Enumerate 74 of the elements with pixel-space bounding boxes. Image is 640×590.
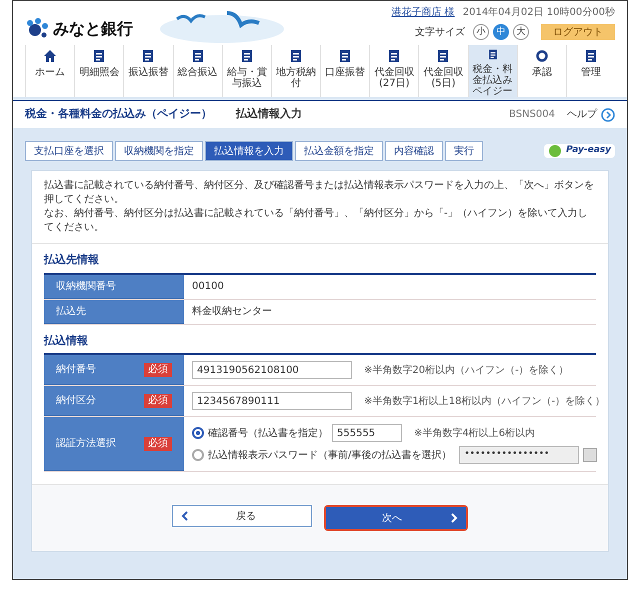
field-value: 00100 [192,280,225,294]
required-badge: 必須 [144,394,172,408]
document-icon [388,49,400,63]
instruction-text: なお、納付番号、納付区分は払込書に記載されている「納付番号」、「納付区分」から「-」（ハイフン）を除いて入力してください。 [44,207,589,235]
document-icon [486,49,499,60]
nav-tab[interactable]: 管理 [566,45,616,97]
page-title: 税金・各種料金の払込み（ペイジー） [25,106,212,122]
right-chevron-icon [450,513,458,523]
step-indicator: 実行 [445,141,483,161]
field-value: 料金収納センター [192,304,273,319]
nav-tab[interactable]: ホーム [25,45,74,97]
field-hint: ※半角数字1桁以上18桁以内（ハイフン（-）を除く） [364,394,606,408]
nav-tab[interactable]: 明細照会 [74,45,124,97]
document-icon [142,49,154,63]
step-indicator: 収納機関を指定 [115,141,203,161]
document-icon [192,49,204,63]
flower-logo-icon [25,18,49,40]
document-icon [240,49,253,63]
bank-name: みなと銀行 [53,18,133,40]
section-title: 払込情報 [44,332,89,348]
back-button[interactable]: 戻る [172,505,312,527]
section-title: 払込先情報 [44,252,100,268]
help-icon [601,108,615,122]
payeasy-logo: Pay-easy [544,144,615,158]
instruction-text: 払込書に記載されている納付番号、納付区分、及び確認番号または払込情報表示パスワードを入力の上、「次へ」ボタンを押してください。 [44,179,595,207]
font-size-label: 文字サイズ [415,26,465,40]
radio-button[interactable] [192,449,204,461]
password-field[interactable]: •••••••••••••••• [459,446,580,464]
field-hint: ※半角数字4桁以上6桁以内 [414,426,536,440]
field-label: 収納機関番号 [56,280,116,294]
input-field[interactable]: 1234567890111 [192,392,352,410]
field-label: 払込先 [56,304,86,318]
required-badge: 必須 [144,362,172,376]
input-field[interactable]: 555555 [332,424,402,442]
option-label: 払込情報表示パスワード（事前/事後の払込書を選択） [208,448,452,462]
logout-button[interactable]: ログアウト [541,24,615,40]
refresh-icon [534,49,549,63]
screen-id: BSNS004 [509,108,555,122]
option-label: 確認番号（払込書を指定） [208,426,328,440]
required-badge: 必須 [144,436,172,450]
left-chevron-icon [181,511,189,521]
field-hint: ※半角数字20桁以内（ハイフン（-）を除く） [364,364,569,378]
nav-tab[interactable]: 振込振替 [123,45,173,97]
step-indicator: 内容確認 [385,141,443,161]
step-indicator: 支払口座を選択 [25,141,113,161]
radio-button[interactable] [192,427,204,439]
document-icon [437,49,450,63]
help-link[interactable]: ヘルプ [567,107,615,122]
user-name: 港花子商店 様 [392,6,455,20]
nav-tab[interactable]: 給与・賞与振込 [222,45,271,97]
step-indicator: 払込情報を入力 [205,141,293,161]
login-datetime: 2014年04月02日 10時00分00秒 [462,6,615,20]
document-icon [339,49,352,63]
document-icon [290,49,302,63]
page-subtitle: 払込情報入力 [236,106,302,122]
nav-tab[interactable]: 総合振込 [172,45,222,97]
document-icon [93,49,106,63]
field-label: 納付番号 [56,362,96,377]
nav-tab[interactable]: 税金・料金払込みペイジー [468,45,517,97]
home-icon [43,49,58,63]
nav-tab[interactable]: 口座振替 [320,45,370,97]
next-button[interactable]: 次へ [326,507,466,529]
font-size-button[interactable]: 小 [473,24,489,40]
field-label: 納付区分 [56,394,96,408]
font-size-button[interactable]: 大 [513,24,529,40]
step-indicator: 払込金額を指定 [295,141,383,161]
nav-tab[interactable]: 代金回収(27日) [369,45,418,97]
document-icon [584,49,597,63]
nav-tab[interactable]: 承認 [516,45,566,97]
input-field[interactable]: 4913190562108100 [192,361,352,379]
field-label: 認証方法選択 [56,436,116,451]
font-size-button[interactable]: 中 [493,24,509,40]
nav-tab[interactable]: 地方税納付 [270,45,320,97]
keyboard-button[interactable] [583,448,598,462]
